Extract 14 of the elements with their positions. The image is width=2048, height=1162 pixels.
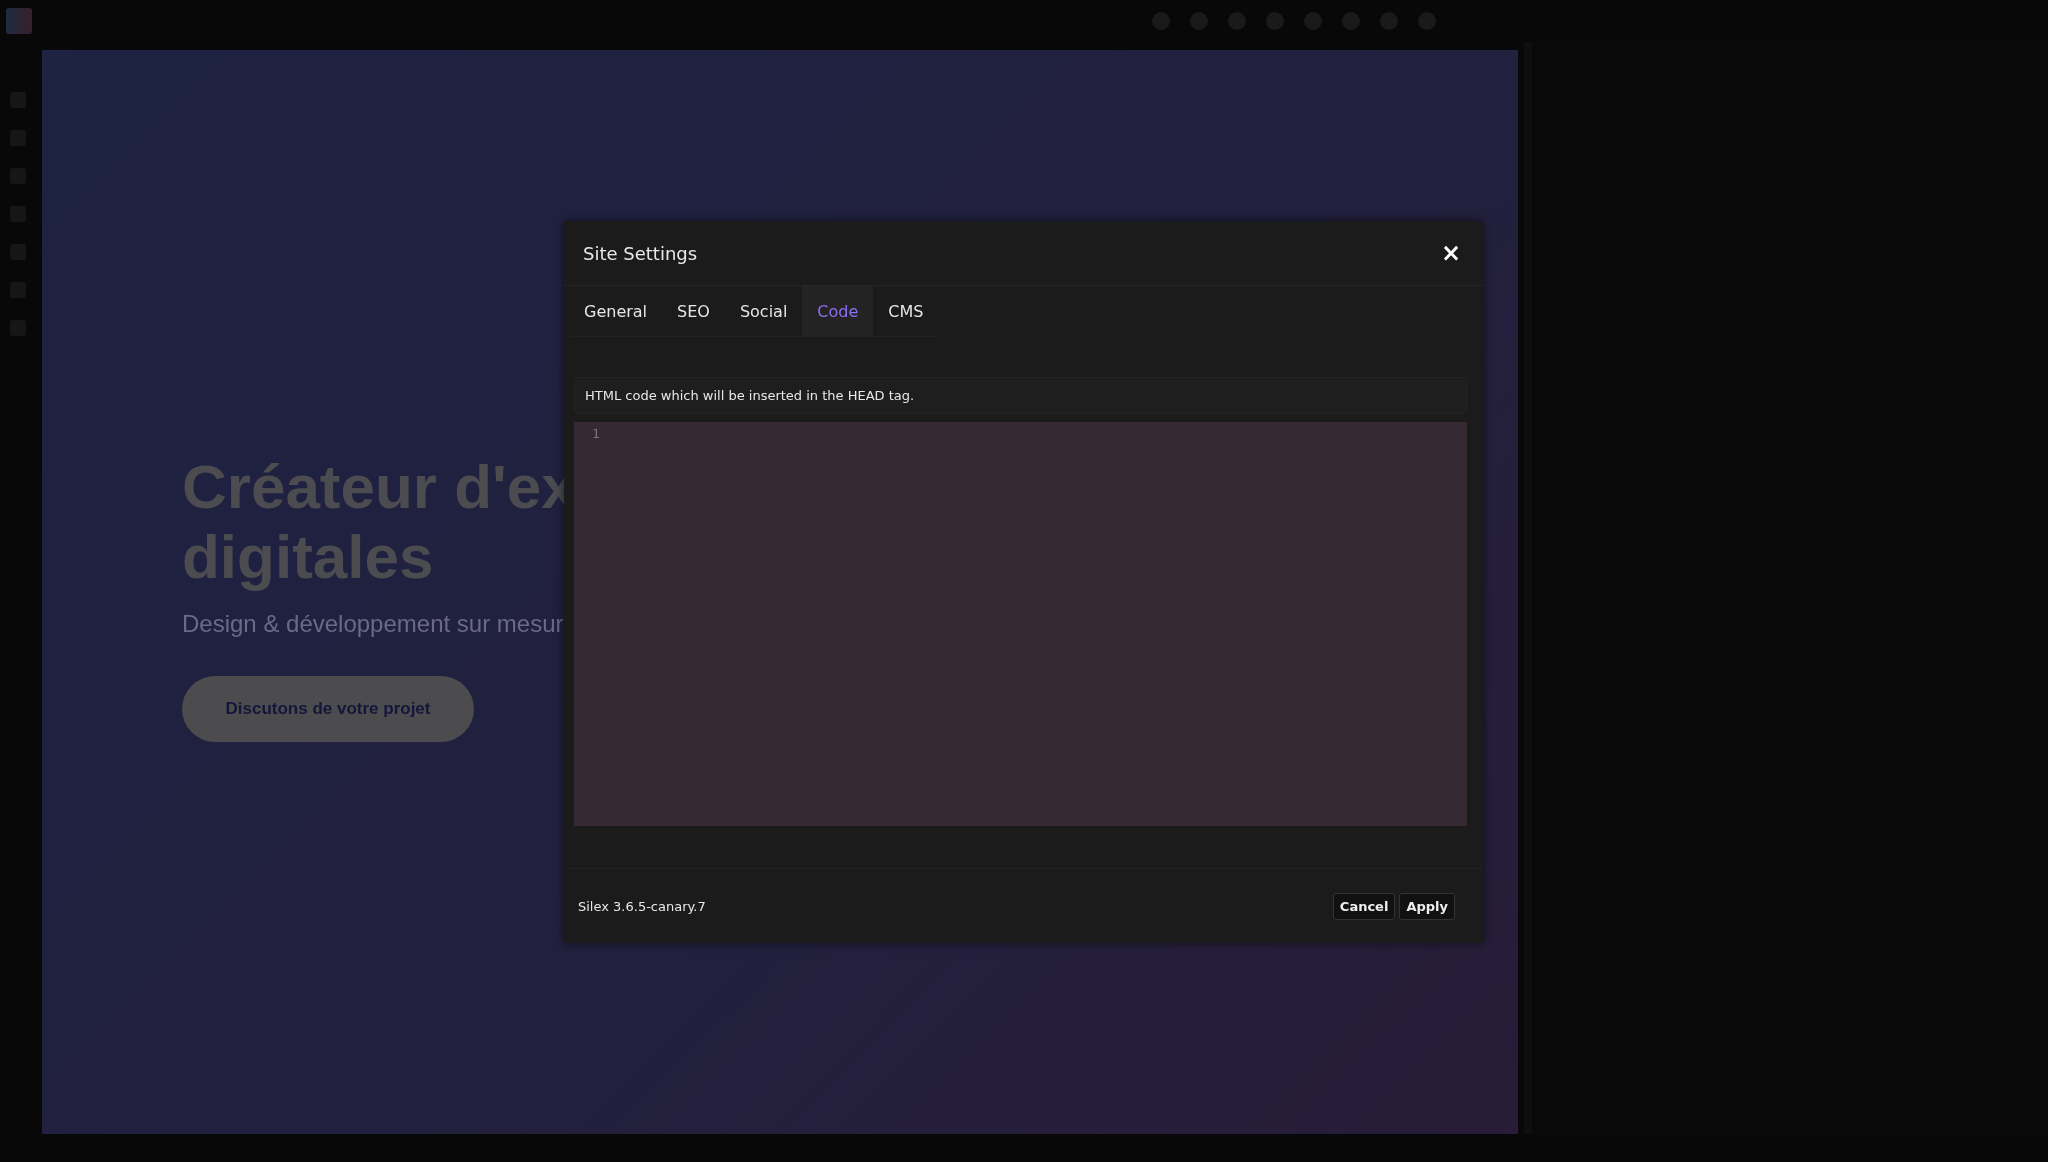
hero-subtitle: Design & développement sur mesur: [182, 610, 565, 638]
cancel-button[interactable]: Cancel: [1332, 892, 1396, 920]
settings-tab[interactable]: SEO: [662, 286, 725, 336]
logo-icon: [6, 8, 32, 34]
line-number: 1: [592, 426, 601, 441]
settings-tab[interactable]: Code: [802, 286, 874, 336]
apply-button[interactable]: Apply: [1399, 892, 1455, 920]
dialog-title: Site Settings: [583, 242, 698, 264]
settings-tab[interactable]: General: [569, 286, 663, 336]
settings-tab[interactable]: Social: [724, 286, 803, 336]
close-button[interactable]: ×: [1436, 239, 1465, 267]
version-text: Silex 3.6.5-canary.7: [578, 898, 706, 914]
settings-tab[interactable]: CMS: [873, 286, 939, 336]
hint-text: HTML code which will be inserted in the HEAD tag.: [574, 377, 1467, 414]
